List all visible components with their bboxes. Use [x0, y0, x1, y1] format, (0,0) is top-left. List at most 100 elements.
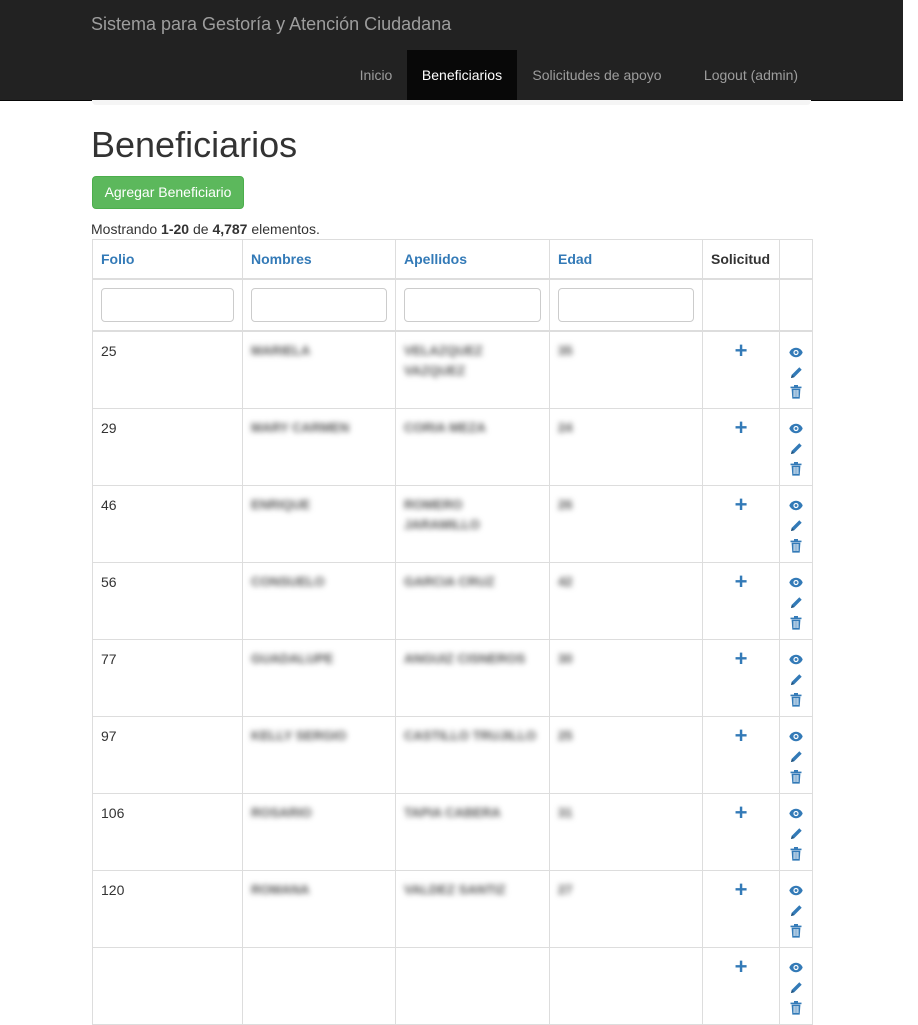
eye-icon[interactable] [788, 418, 804, 438]
table-row: 120 ROMANA VALDEZ SANTIZ 27 + [92, 869, 813, 948]
nav-solicitudes[interactable]: Solicitudes de apoyo [528, 50, 666, 100]
trash-icon[interactable] [788, 920, 804, 940]
trash-icon[interactable] [788, 535, 804, 555]
add-beneficiary-button[interactable]: Agregar Beneficiario [92, 176, 244, 209]
eye-icon[interactable] [788, 572, 804, 592]
nav-beneficiarios[interactable]: Beneficiarios [407, 50, 517, 100]
trash-icon[interactable] [788, 612, 804, 632]
cell-apellidos: CASTILLO TRUJILLO [395, 715, 550, 794]
pencil-icon[interactable] [788, 746, 804, 766]
trash-icon[interactable] [788, 689, 804, 709]
cell-nombres: ROSARIO [242, 792, 396, 871]
trash-icon[interactable] [788, 458, 804, 478]
eye-icon[interactable] [788, 726, 804, 746]
nav-logout[interactable]: Logout (admin) [700, 50, 802, 100]
filter-nombres-input[interactable] [251, 288, 387, 322]
top-navbar: Sistema para Gestoría y Atención Ciudada… [0, 0, 903, 101]
plus-icon[interactable]: + [735, 415, 748, 440]
cell-edad: 42 [549, 561, 703, 640]
cell-edad: 27 [549, 869, 703, 948]
plus-icon[interactable]: + [735, 954, 748, 979]
cell-apellidos: VALDEZ SANTIZ [395, 869, 550, 948]
beneficiaries-table: Folio Nombres Apellidos Edad Solicitud 2… [92, 239, 813, 1025]
plus-icon[interactable]: + [735, 800, 748, 825]
filter-apellidos-input[interactable] [404, 288, 541, 322]
row-actions [779, 330, 813, 409]
cell-apellidos: VELAZQUEZ VAZQUEZ [395, 330, 550, 409]
column-folio[interactable]: Folio [92, 239, 243, 280]
trash-icon[interactable] [788, 766, 804, 786]
cell-apellidos: CORIA MEZA [395, 407, 550, 486]
table-row: 97 KELLY SERGIO CASTILLO TRUJILLO 25 + [92, 715, 813, 794]
table-row: 56 CONSUELO GARCIA CRUZ 42 + [92, 561, 813, 640]
nav-inicio[interactable]: Inicio [353, 50, 399, 100]
app-brand[interactable]: Sistema para Gestoría y Atención Ciudada… [91, 14, 451, 35]
row-actions [779, 407, 813, 486]
column-actions [779, 239, 813, 280]
table-row: 46 ENRIQUE ROMERO JARAMILLO 26 + [92, 484, 813, 563]
row-actions [779, 869, 813, 948]
cell-apellidos: GARCIA CRUZ [395, 561, 550, 640]
pencil-icon[interactable] [788, 515, 804, 535]
plus-icon[interactable]: + [735, 877, 748, 902]
cell-edad: 24 [549, 407, 703, 486]
cell-nombres: MARY CARMEN [242, 407, 396, 486]
table-row: + [92, 946, 813, 1025]
eye-icon[interactable] [788, 341, 804, 361]
pencil-icon[interactable] [788, 361, 804, 381]
pencil-icon[interactable] [788, 669, 804, 689]
row-actions [779, 792, 813, 871]
cell-nombres [242, 946, 396, 1025]
cell-nombres: CONSUELO [242, 561, 396, 640]
pencil-icon[interactable] [788, 592, 804, 612]
cell-folio: 77 [92, 638, 243, 717]
row-actions [779, 484, 813, 563]
cell-edad: 35 [549, 330, 703, 409]
cell-nombres: KELLY SERGIO [242, 715, 396, 794]
filter-folio-input[interactable] [101, 288, 234, 322]
column-solicitud: Solicitud [702, 239, 780, 280]
cell-apellidos [395, 946, 550, 1025]
pencil-icon[interactable] [788, 900, 804, 920]
pencil-icon[interactable] [788, 977, 804, 997]
column-apellidos[interactable]: Apellidos [395, 239, 550, 280]
cell-folio: 120 [92, 869, 243, 948]
eye-icon[interactable] [788, 957, 804, 977]
eye-icon[interactable] [788, 649, 804, 669]
plus-icon[interactable]: + [735, 723, 748, 748]
row-actions [779, 561, 813, 640]
column-edad[interactable]: Edad [549, 239, 703, 280]
breadcrumb [92, 100, 811, 105]
cell-apellidos: ANGUIZ CISNEROS [395, 638, 550, 717]
cell-edad: 30 [549, 638, 703, 717]
cell-apellidos: ROMERO JARAMILLO [395, 484, 550, 563]
cell-edad [549, 946, 703, 1025]
cell-apellidos: TAPIA CABERA [395, 792, 550, 871]
cell-nombres: MARIELA [242, 330, 396, 409]
cell-nombres: ROMANA [242, 869, 396, 948]
column-nombres[interactable]: Nombres [242, 239, 396, 280]
plus-icon[interactable]: + [735, 569, 748, 594]
plus-icon[interactable]: + [735, 646, 748, 671]
eye-icon[interactable] [788, 803, 804, 823]
trash-icon[interactable] [788, 381, 804, 401]
plus-icon[interactable]: + [735, 492, 748, 517]
table-row: 29 MARY CARMEN CORIA MEZA 24 + [92, 407, 813, 486]
cell-nombres: ENRIQUE [242, 484, 396, 563]
eye-icon[interactable] [788, 495, 804, 515]
cell-folio: 29 [92, 407, 243, 486]
plus-icon[interactable]: + [735, 338, 748, 363]
table-row: 77 GUADALUPE ANGUIZ CISNEROS 30 + [92, 638, 813, 717]
trash-icon[interactable] [788, 843, 804, 863]
pencil-icon[interactable] [788, 823, 804, 843]
cell-folio: 56 [92, 561, 243, 640]
trash-icon[interactable] [788, 997, 804, 1017]
cell-folio [92, 946, 243, 1025]
row-actions [779, 715, 813, 794]
eye-icon[interactable] [788, 880, 804, 900]
filter-edad-input[interactable] [558, 288, 694, 322]
results-summary: Mostrando 1-20 de 4,787 elementos. [91, 221, 320, 237]
cell-folio: 97 [92, 715, 243, 794]
pencil-icon[interactable] [788, 438, 804, 458]
cell-folio: 46 [92, 484, 243, 563]
